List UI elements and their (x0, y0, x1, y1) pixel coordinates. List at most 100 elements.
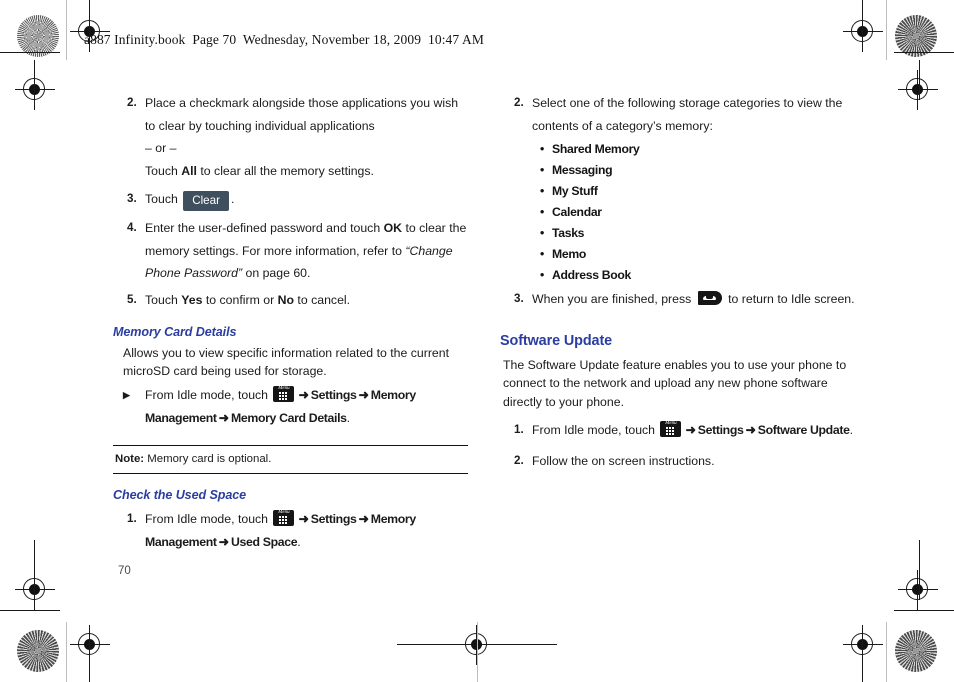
step-item-5-left: 5. Touch Yes to confirm or No to cancel. (113, 289, 483, 312)
nav-item-settings[interactable]: Settings (311, 388, 357, 402)
nav-prefix: From Idle mode, touch (145, 512, 272, 526)
step-item-4-left: 4. Enter the user-defined password and t… (113, 217, 483, 285)
nav-item-software-update[interactable]: Software Update (758, 423, 850, 437)
step-item-3-left: 3. Touch Clear. (113, 188, 483, 211)
step-2-line-1: Place a checkmark alongside those applic… (145, 96, 459, 110)
step-body: Place a checkmark alongside those applic… (145, 92, 483, 182)
list-item[interactable]: Address Book (540, 265, 885, 286)
step-body: When you are finished, press to return t… (532, 288, 885, 311)
crop-line-left-vert (34, 60, 35, 100)
software-update-body: The Software Update feature enables you … (500, 356, 885, 412)
list-item[interactable]: Messaging (540, 160, 885, 181)
software-update-line-1: The Software Update feature enables you … (503, 357, 847, 372)
end-call-key-icon[interactable] (697, 291, 722, 305)
step-item-2-left: 2. Place a checkmark alongside those app… (113, 92, 483, 182)
menu-key-icon[interactable]: Menu (273, 386, 295, 402)
nav-item-settings[interactable]: Settings (311, 512, 357, 526)
crop-line-bottom-right-vert (862, 632, 863, 682)
arrow-icon: ➜ (218, 410, 229, 425)
step-4-prefix: Enter the user-defined password and touc… (145, 221, 384, 235)
heading-check-the-used-space: Check the Used Space (113, 488, 247, 502)
nav-item-settings[interactable]: Settings (698, 423, 744, 437)
right-column: 2. Select one of the following storage c… (500, 92, 885, 474)
registration-mark-right-upper (898, 70, 938, 110)
step-body: Touch Clear. (145, 188, 483, 211)
step-item-3-right: 3. When you are finished, press to retur… (500, 288, 885, 311)
memory-card-details-nav-step: ▶ From Idle mode, touch Menu ➜ Settings ➜ Me… (113, 384, 483, 429)
storage-category-list: Shared Memory Messaging My Stuff Calenda… (500, 139, 885, 286)
crop-line-top-left (0, 52, 60, 53)
note-label: Note: (115, 453, 145, 465)
step-5-prefix: Touch (145, 292, 182, 307)
nav-item-memory-card-details[interactable]: Memory Card Details (231, 411, 347, 425)
arrow-icon: ➜ (298, 388, 309, 402)
step-2-line-3: Touch All to clear all the memory settin… (145, 160, 483, 183)
menu-key-icon[interactable]: Menu (273, 510, 295, 526)
step-number: 2. (514, 96, 524, 109)
step-2-line-2: contents of a category’s memory: (532, 118, 713, 133)
step-body: Select one of the following storage cate… (532, 92, 885, 137)
touch-prefix: Touch (145, 192, 182, 206)
period: . (346, 410, 351, 425)
crop-line-bottom-right (894, 610, 954, 611)
page-number: 70 (118, 565, 131, 577)
step-number: 4. (127, 221, 137, 234)
step-2-line-1: Select one of the following storage cate… (532, 96, 843, 110)
list-item[interactable]: Calendar (540, 202, 885, 223)
nav-prefix: From Idle mode, touch (532, 423, 659, 437)
step-item-2-right: 2. Select one of the following storage c… (500, 92, 885, 137)
period: . (849, 423, 853, 437)
heading-memory-card-details: Memory Card Details (113, 325, 237, 339)
step-2-or-separator: – or – (145, 141, 177, 155)
registration-mark-left-lower (15, 570, 55, 610)
step-number: 3. (514, 292, 524, 305)
left-column: 2. Place a checkmark alongside those app… (113, 92, 483, 555)
step-body: Follow the on screen instructions. (532, 453, 715, 468)
arrow-icon: ➜ (358, 512, 369, 526)
crop-line-right-vert (919, 60, 920, 100)
crop-line-left-vert-lower (34, 540, 35, 600)
step-number: 2. (514, 453, 524, 467)
step-body: From Idle mode, touch Menu ➜ Settings ➜ Soft… (532, 419, 885, 442)
heading-software-update: Software Update (500, 332, 613, 349)
step-number: 1. (514, 423, 524, 436)
list-item[interactable]: Tasks (540, 223, 885, 244)
software-update-line-3: directly to your phone. (503, 394, 624, 409)
step-3-suffix: to return to Idle screen. (724, 292, 855, 306)
clear-button[interactable]: Clear (183, 191, 229, 211)
trim-line-bottom-left (66, 622, 67, 682)
trim-line-right (886, 0, 887, 60)
period: . (297, 534, 301, 549)
memory-card-details-line-1: Allows you to view specific information … (123, 346, 450, 360)
touch-prefix: Touch (145, 163, 182, 178)
list-item[interactable]: Memo (540, 244, 885, 265)
registration-mark-bottom-left (70, 625, 110, 665)
crop-line-right (862, 0, 863, 50)
step-number: 5. (127, 292, 137, 306)
crop-line-bottom-left (0, 610, 60, 611)
registration-mark-left-upper (15, 70, 55, 110)
list-item[interactable]: Shared Memory (540, 139, 885, 160)
arrow-icon: ➜ (218, 534, 229, 549)
step-body: Enter the user-defined password and touc… (145, 217, 483, 285)
list-item[interactable]: My Stuff (540, 181, 885, 202)
step-number: 3. (127, 192, 137, 205)
registration-mark-right-lower (898, 570, 938, 610)
nav-item-used-space[interactable]: Used Space (231, 535, 298, 549)
crop-line-right-vert-lower (919, 540, 920, 600)
menu-key-icon[interactable]: Menu (660, 421, 682, 437)
registration-mark-bottom-right (843, 625, 883, 665)
mosaic-target-mark-bottom-left (17, 630, 59, 672)
running-header: a887 Infinity.book Page 70 Wednesday, No… (84, 32, 484, 47)
page-canvas: a887 Infinity.book Page 70 Wednesday, No… (0, 0, 954, 682)
note-text: Memory card is optional. (144, 453, 272, 465)
step-4-suffix: on page 60. (242, 266, 311, 280)
software-update-step-1: 1. From Idle mode, touch Menu ➜ Settings ➜ S… (500, 419, 885, 442)
no-option-label: No (277, 292, 295, 307)
arrow-icon: ➜ (358, 388, 369, 402)
software-update-line-2: connect to the network and upload any ne… (503, 376, 828, 390)
trim-line-left (66, 0, 67, 60)
star-target-mark-top-left (17, 15, 59, 57)
crop-line-bottom-center-right (497, 644, 557, 645)
step-5-middle: to confirm or (202, 292, 278, 307)
